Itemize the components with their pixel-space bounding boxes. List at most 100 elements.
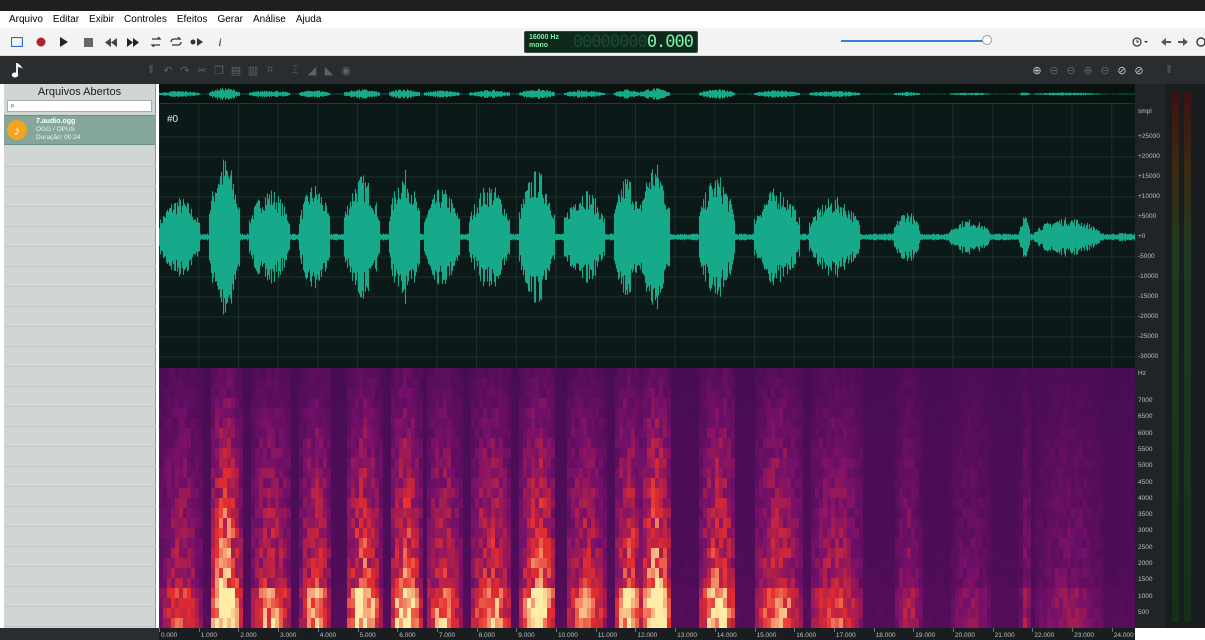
copy-icon[interactable]: ❐ (213, 64, 225, 77)
time-tick-label: 7.000 (438, 632, 456, 639)
selection-icon[interactable] (9, 34, 25, 50)
audio-file-icon: ♪ (7, 120, 27, 140)
vertical-zoom-out-icon[interactable]: ⊘ (1133, 64, 1145, 77)
amplitude-tick-label: -5000 (1138, 253, 1155, 260)
play-icon[interactable] (56, 34, 72, 50)
zoom-fit-icon[interactable]: ⊕ (1082, 64, 1094, 77)
plugin-icon[interactable] (1193, 34, 1205, 50)
overview-waveform[interactable] (159, 84, 1135, 104)
time-tick (198, 628, 200, 632)
stop-icon[interactable] (80, 34, 96, 50)
fade-in-icon[interactable]: ◢ (306, 64, 318, 77)
vertical-zoom-in-icon[interactable]: ⊘ (1116, 64, 1128, 77)
file-list-empty-row (4, 227, 156, 247)
waveform-view[interactable] (159, 84, 1135, 368)
time-tick-label: 15.000 (756, 632, 777, 639)
zoom-out-icon[interactable]: ⊖ (1048, 64, 1060, 77)
time-tick (913, 628, 915, 632)
transport-toolbar: i 16000 Hz mono 00000000 0.000 (0, 28, 1205, 56)
file-list-empty-row (4, 167, 156, 187)
volume-slider-thumb[interactable] (982, 35, 992, 45)
time-tick-label: 1.000 (200, 632, 217, 639)
record-icon[interactable] (33, 34, 49, 50)
repeat-icon[interactable] (168, 34, 184, 50)
zoom-in-icon[interactable]: ⊕ (1031, 64, 1043, 77)
time-tick (953, 628, 954, 632)
paste-icon[interactable]: ▤ (230, 64, 242, 77)
menu-controles[interactable]: Controles (124, 14, 167, 25)
time-tick-label: 8.000 (478, 632, 495, 639)
crop-icon[interactable]: ⌗ (264, 64, 276, 76)
fast-forward-icon[interactable] (125, 34, 141, 50)
play-to-cursor-icon[interactable] (189, 34, 205, 50)
time-tick (357, 628, 359, 632)
volume-slider-track[interactable] (841, 40, 989, 42)
file-list-empty-row (4, 247, 156, 267)
frequency-tick-label: 7000 (1138, 397, 1153, 404)
back-icon[interactable] (1158, 34, 1174, 50)
file-list-empty-row (4, 587, 156, 607)
time-tick-label: 20.000 (955, 632, 975, 639)
time-tick-label: 3.000 (280, 632, 297, 639)
time-tick-label: 0.000 (161, 632, 178, 639)
file-search-input[interactable]: ⌕ (7, 100, 152, 112)
time-tick-label: 2.000 (240, 632, 257, 639)
drag-handle-icon[interactable]: ‖ (145, 64, 157, 76)
rewind-icon[interactable] (103, 34, 119, 50)
amplitude-tick-label: -30000 (1138, 353, 1159, 360)
file-list-item[interactable]: ♪ 7.audio.ogg OGG / OPUS Duração: 00:24 (4, 115, 155, 145)
normalize-icon[interactable]: ⌶ (289, 64, 301, 76)
time-ruler[interactable]: 0.000 1.000 2.000 3.000 4.000 5.000 6.000 7.000… (159, 628, 1135, 640)
amplitude-tick-label: +15000 (1138, 173, 1160, 180)
forward-icon[interactable] (1175, 34, 1191, 50)
file-name: 7.audio.ogg (36, 118, 76, 125)
zoom-full-icon[interactable]: ⊖ (1099, 64, 1111, 77)
info-icon[interactable]: i (212, 34, 228, 50)
loop-icon[interactable] (148, 34, 164, 50)
zoom-selection-icon[interactable]: ⊖ (1065, 64, 1077, 77)
menu-editar[interactable]: Editar (53, 14, 79, 25)
sample-rate: 16000 Hz (529, 34, 559, 41)
overview-trace (159, 87, 1135, 101)
menu-analise[interactable]: Análise (253, 14, 286, 25)
menu-efeitos[interactable]: Efeitos (177, 14, 208, 25)
spectrogram-canvas[interactable] (159, 368, 1135, 628)
time-tick (516, 628, 518, 632)
file-list-empty-row (4, 607, 156, 627)
time-tick (833, 628, 835, 632)
waveform-canvas[interactable] (159, 84, 1135, 368)
effects-icon[interactable]: ◉ (340, 64, 352, 77)
open-files-panel: Arquivos Abertos ⌕ ♪ 7.audio.ogg OGG / O… (4, 84, 156, 640)
edit-toolbar: ‖ ↶ ↷ ✂ ❐ ▤ ▥ ⌗ ⌶ ◢ ◣ ◉ ⊕ ⊖ ⊖ ⊕ ⊖ ⊘ ⊘ ‖ (0, 56, 1205, 84)
amplitude-tick-label: +20000 (1138, 153, 1160, 160)
time-tick (794, 628, 796, 632)
fade-out-icon[interactable]: ◣ (323, 64, 335, 77)
drag-handle-right-icon[interactable]: ‖ (1163, 64, 1175, 76)
history-icon[interactable] (1131, 34, 1151, 50)
time-tick (238, 628, 240, 632)
file-list-empty-row (4, 347, 156, 367)
frequency-tick-label: 3500 (1138, 511, 1153, 519)
file-list-empty-rows (4, 147, 156, 627)
menu-exibir[interactable]: Exibir (89, 14, 114, 25)
title-bar (0, 0, 1205, 11)
level-meter-right (1184, 92, 1191, 622)
menu-ajuda[interactable]: Ajuda (296, 14, 322, 25)
undo-icon[interactable]: ↶ (162, 64, 174, 77)
track-label: #0 (167, 114, 179, 125)
time-counter: 00000000 0.000 (569, 32, 697, 52)
overview-strip[interactable] (159, 84, 1135, 104)
time-tick-label: 10.000 (558, 632, 578, 639)
menu-arquivo[interactable]: Arquivo (9, 14, 43, 25)
spectrogram-view[interactable] (159, 368, 1135, 628)
file-list-empty-row (4, 427, 156, 447)
cut-icon[interactable]: ✂ (196, 64, 208, 77)
redo-icon[interactable]: ↷ (179, 64, 191, 77)
delete-icon[interactable]: ▥ (247, 64, 259, 77)
menu-gerar[interactable]: Gerar (217, 14, 243, 25)
time-tick (278, 628, 280, 632)
music-note-icon (10, 60, 28, 80)
frequency-tick-label: 4500 (1138, 478, 1153, 486)
open-files-title: Arquivos Abertos (37, 86, 122, 98)
file-list-empty-row (4, 367, 156, 387)
